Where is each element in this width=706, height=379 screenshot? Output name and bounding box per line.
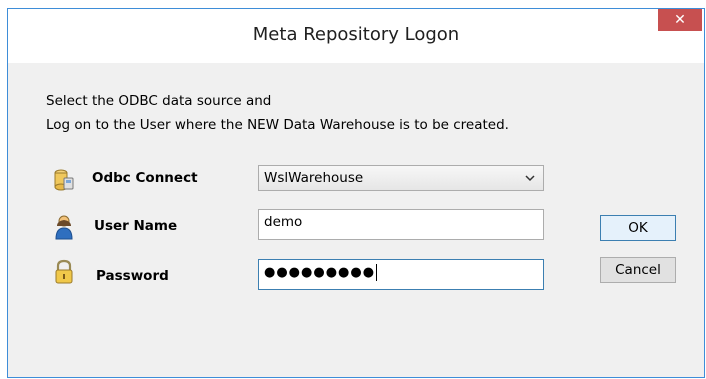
instructions-line-1: Select the ODBC data source and <box>46 93 272 109</box>
database-icon <box>54 169 74 191</box>
user-name-input[interactable]: demo <box>258 209 544 240</box>
lock-icon <box>55 259 73 284</box>
odbc-connect-label: Odbc Connect <box>92 170 198 186</box>
odbc-connect-value: WslWarehouse <box>264 170 364 186</box>
title-bar[interactable]: Meta Repository Logon ✕ <box>8 9 704 63</box>
odbc-connect-select[interactable]: WslWarehouse <box>258 165 544 191</box>
instructions-text: Select the ODBC data source and Log on t… <box>46 89 509 137</box>
logon-dialog: Meta Repository Logon ✕ Select the ODBC … <box>7 8 705 378</box>
password-input[interactable]: ●●●●●●●●● <box>258 259 544 290</box>
user-name-value: demo <box>264 214 303 230</box>
user-name-label: User Name <box>94 218 178 234</box>
close-button[interactable]: ✕ <box>658 9 702 31</box>
ok-button[interactable]: OK <box>600 215 676 241</box>
password-label: Password <box>96 268 169 284</box>
instructions-line-2: Log on to the User where the NEW Data Wa… <box>46 117 509 133</box>
cancel-button[interactable]: Cancel <box>600 257 676 283</box>
chevron-down-icon <box>525 175 535 182</box>
dialog-title: Meta Repository Logon <box>252 24 460 45</box>
password-value: ●●●●●●●●● <box>264 264 376 280</box>
user-icon <box>55 215 73 240</box>
text-caret <box>376 264 378 281</box>
close-icon: ✕ <box>674 12 686 28</box>
